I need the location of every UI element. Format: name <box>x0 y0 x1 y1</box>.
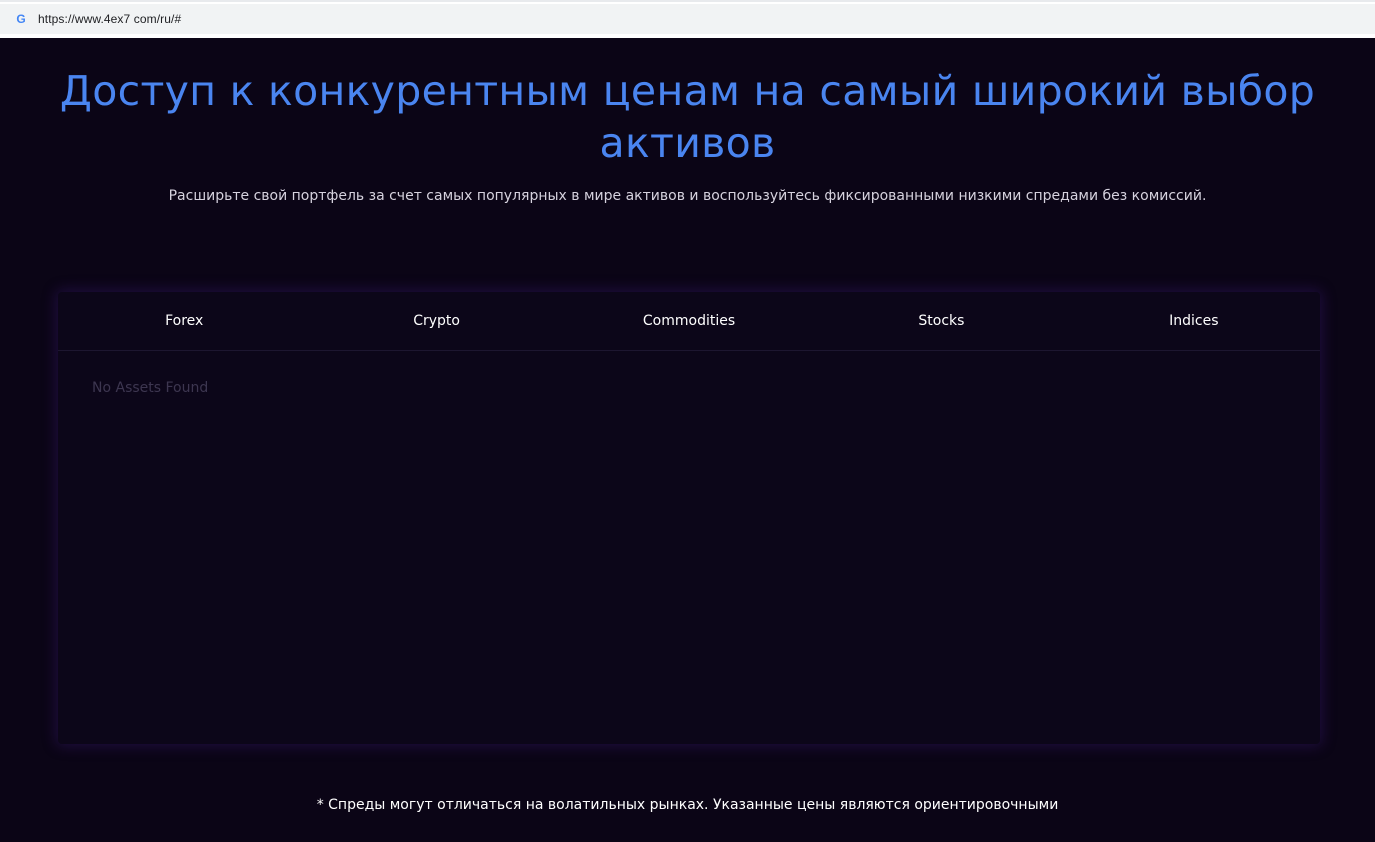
tab-indices[interactable]: Indices <box>1068 292 1320 350</box>
assets-panel: Forex Crypto Commodities Stocks Indices … <box>58 292 1320 744</box>
tab-commodities[interactable]: Commodities <box>563 292 815 350</box>
browser-toolbar: G https://www.4ex7 com/ru/# <box>0 0 1375 38</box>
page-title: Доступ к конкурентным ценам на самый шир… <box>59 67 1316 167</box>
url-text[interactable]: https://www.4ex7 com/ru/# <box>38 12 181 26</box>
tab-stocks[interactable]: Stocks <box>815 292 1067 350</box>
asset-tabs: Forex Crypto Commodities Stocks Indices <box>58 292 1320 351</box>
page-subtitle: Расширьте свой портфель за счет самых по… <box>168 188 1207 204</box>
address-bar[interactable]: G https://www.4ex7 com/ru/# <box>0 4 1375 34</box>
tab-crypto[interactable]: Crypto <box>310 292 562 350</box>
page-content: Доступ к конкурентным ценам на самый шир… <box>0 38 1375 842</box>
empty-state-message: No Assets Found <box>92 380 209 396</box>
footnote: * Спреды могут отличаться на волатильных… <box>316 797 1059 813</box>
tab-forex[interactable]: Forex <box>58 292 310 350</box>
google-g-icon: G <box>16 12 26 26</box>
tab-strip-edge <box>0 0 1375 2</box>
